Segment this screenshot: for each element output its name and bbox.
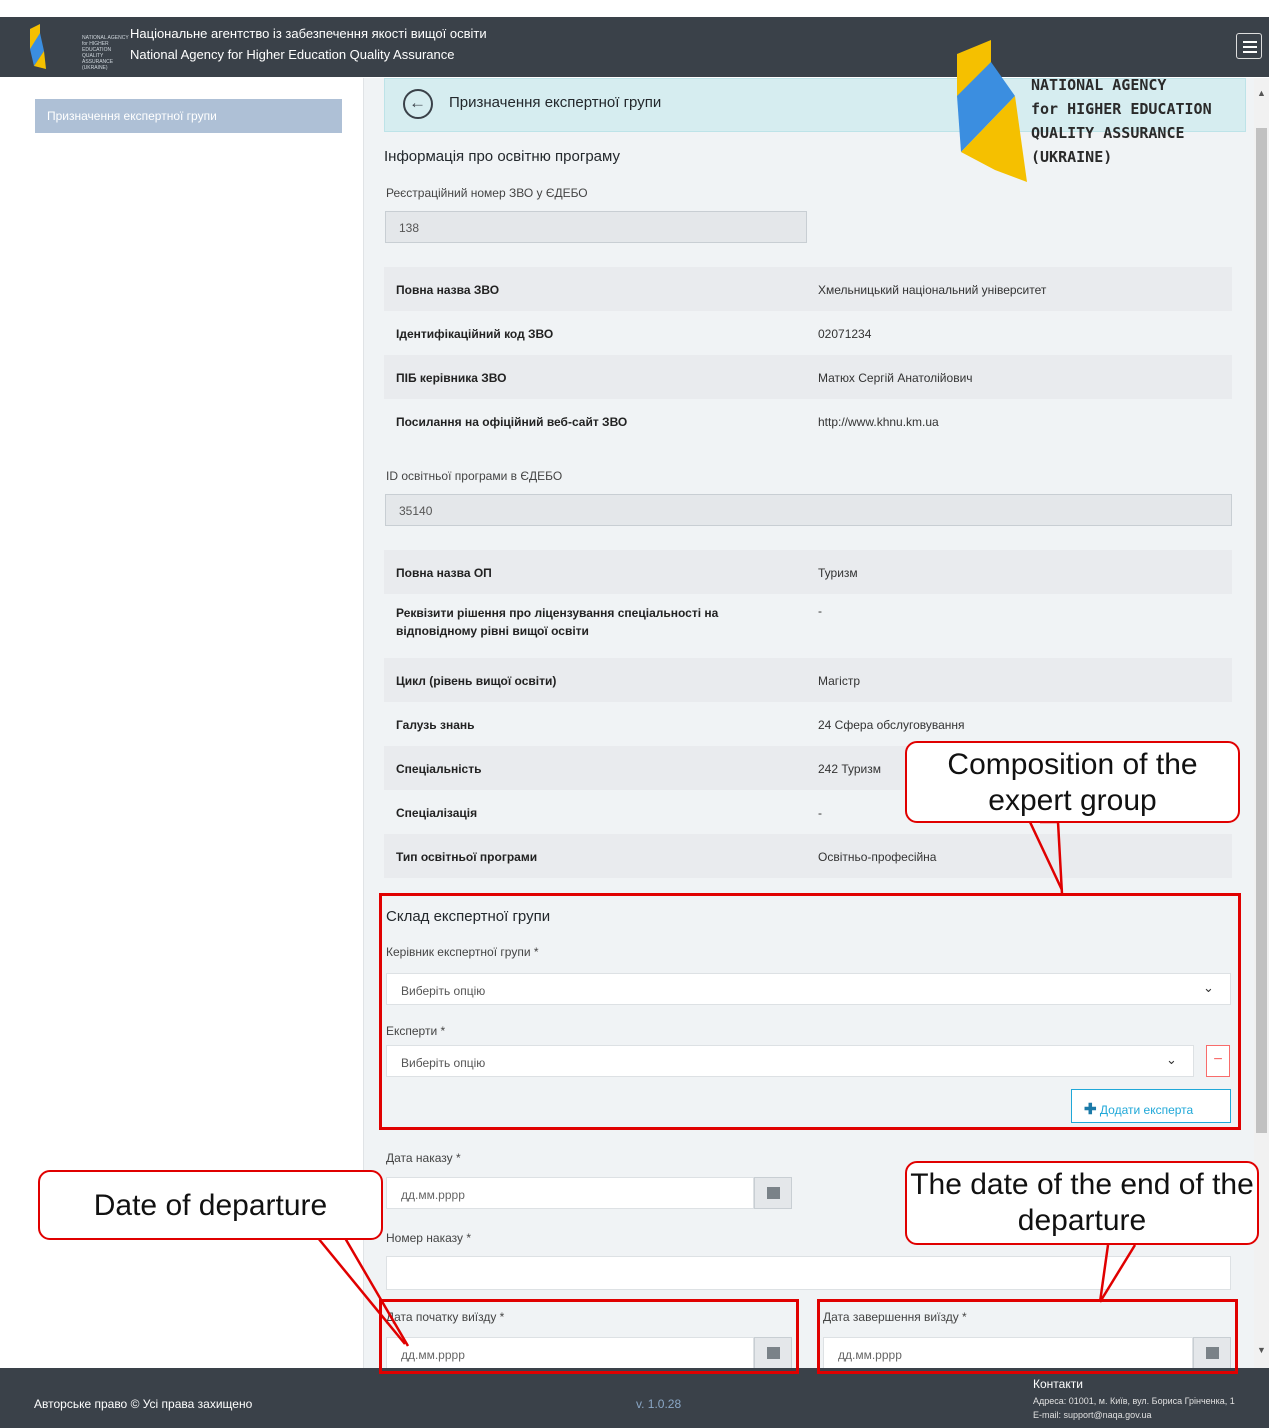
annotation-composition: Composition of the expert group — [905, 741, 1240, 823]
annotation-end-departure: The date of the end of the departure — [905, 1161, 1259, 1245]
annotation-departure: Date of departure — [38, 1170, 383, 1240]
